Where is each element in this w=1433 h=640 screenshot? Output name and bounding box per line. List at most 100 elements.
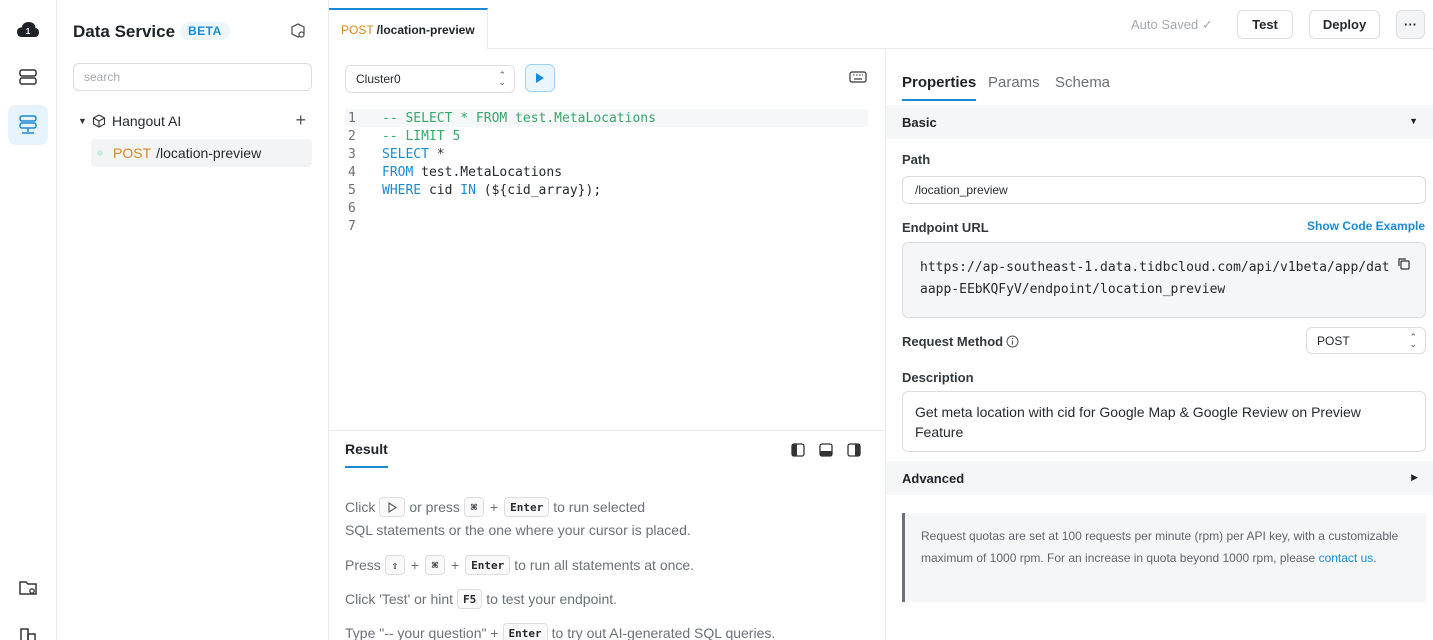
folder-settings-icon[interactable]: [8, 568, 48, 608]
layout-bottom-panel-icon[interactable]: [818, 442, 834, 458]
play-icon: [536, 73, 544, 83]
endpoint-url-box: https://ap-southeast-1.data.tidbcloud.co…: [902, 242, 1426, 318]
line-number: 1: [348, 110, 356, 126]
info-icon[interactable]: [1006, 335, 1019, 348]
layout-toggle-group: [790, 442, 862, 458]
endpoint-path: /location-preview: [156, 145, 262, 161]
hint-run-all: Press ⇧ + ⌘ + Enter to run all statement…: [345, 555, 694, 575]
request-method-value: POST: [1317, 333, 1350, 348]
select-arrows-icon: ⌃ ⌄: [1409, 332, 1417, 349]
basic-section-header[interactable]: Basic ▼: [886, 105, 1433, 139]
deploy-button[interactable]: Deploy: [1309, 10, 1380, 39]
key-shift: ⇧: [384, 555, 405, 575]
hint-text: Press: [345, 557, 381, 573]
app-cube-icon: [92, 114, 106, 128]
advanced-section-header[interactable]: Advanced ▶: [886, 461, 1433, 495]
app-settings-icon[interactable]: [289, 22, 307, 43]
run-hint-play-icon: [379, 497, 406, 517]
caret-down-icon[interactable]: ▼: [78, 116, 92, 126]
path-label: Path: [902, 152, 931, 167]
endpoint-method: POST: [113, 145, 152, 161]
code-token: test.MetaLocations: [413, 164, 563, 180]
hint-text: Type "-- your question" +: [345, 625, 499, 640]
hint-test: Click 'Test' or hint F5 to test your end…: [345, 589, 617, 609]
code-line[interactable]: 3 SELECT *: [345, 145, 868, 163]
notice-end: .: [1373, 550, 1377, 565]
key-enter: Enter: [502, 623, 548, 640]
line-number: 3: [348, 146, 356, 162]
code-token: -- LIMIT 5: [382, 128, 461, 144]
database-icon[interactable]: [8, 57, 48, 97]
key-enter: Enter: [504, 497, 550, 517]
cloud-logo-icon[interactable]: 1: [8, 10, 48, 50]
auto-saved-status: Auto Saved ✓: [1131, 17, 1213, 32]
endpoint-list-item[interactable]: POST /location-preview: [91, 139, 312, 167]
code-line[interactable]: 4 FROM test.MetaLocations: [345, 163, 868, 181]
caret-right-icon: ▶: [1411, 472, 1418, 482]
layout-left-panel-icon[interactable]: [790, 442, 806, 458]
hint-text: Click: [345, 499, 376, 515]
test-button[interactable]: Test: [1237, 10, 1293, 39]
key-f5: F5: [457, 589, 483, 609]
code-line[interactable]: 2 -- LIMIT 5: [345, 127, 868, 145]
tree-group-hangout-ai[interactable]: ▼ Hangout AI +: [73, 110, 312, 132]
hint-run-selected: Click or press ⌘ + Enter to run selected: [345, 497, 645, 517]
request-method-select[interactable]: POST ⌃ ⌄: [1306, 327, 1426, 354]
contact-us-link[interactable]: contact us: [1319, 551, 1374, 565]
path-input[interactable]: /location_preview: [902, 176, 1426, 204]
more-options-button[interactable]: ···: [1396, 10, 1425, 39]
status-dot: [97, 150, 103, 156]
cluster-select[interactable]: Cluster0 ⌃ ⌄: [345, 65, 515, 93]
search-input[interactable]: [73, 63, 312, 91]
code-line[interactable]: 6: [345, 199, 868, 217]
keyboard-icon[interactable]: [849, 71, 867, 86]
tab-result[interactable]: Result: [345, 441, 388, 468]
layout-right-panel-icon[interactable]: [846, 442, 862, 458]
request-method-label: Request Method: [902, 334, 1004, 349]
tab-properties[interactable]: Properties: [902, 74, 977, 101]
code-line[interactable]: 7: [345, 217, 868, 235]
code-line[interactable]: 1 -- SELECT * FROM test.MetaLocations: [345, 109, 868, 127]
plus-sign: +: [450, 557, 460, 573]
hint-text: to try out AI-generated SQL queries.: [551, 625, 776, 640]
select-arrows-icon: ⌃ ⌄: [498, 70, 506, 87]
tab-location-preview[interactable]: POST /location-preview: [329, 8, 488, 49]
line-number: 4: [348, 164, 356, 180]
code-line[interactable]: 5 WHERE cid IN (${cid_array});: [345, 181, 868, 199]
beta-badge: BETA: [180, 22, 230, 40]
key-cmd: ⌘: [463, 497, 484, 517]
tab-method: POST: [341, 22, 374, 37]
code-token: IN: [460, 182, 476, 198]
key-enter: Enter: [465, 555, 511, 575]
data-service-icon[interactable]: [8, 105, 48, 145]
caret-down-icon: ▼: [1409, 116, 1418, 126]
run-button[interactable]: [525, 64, 555, 92]
code-token: (${cid_array});: [475, 182, 602, 198]
copy-icon[interactable]: [1397, 257, 1411, 279]
top-bar: POST /location-preview Auto Saved ✓ Test…: [329, 0, 1433, 49]
description-textarea[interactable]: Get meta location with cid for Google Ma…: [902, 391, 1426, 452]
tab-params[interactable]: Params: [988, 74, 1040, 99]
show-code-example-link[interactable]: Show Code Example: [1307, 219, 1425, 233]
organization-icon[interactable]: [8, 615, 48, 640]
hint-text: or press: [409, 499, 460, 515]
add-endpoint-icon[interactable]: +: [295, 110, 306, 130]
hint-run-selected-line2: SQL statements or the one where your cur…: [345, 522, 691, 538]
endpoint-url-text: https://ap-southeast-1.data.tidbcloud.co…: [920, 260, 1390, 297]
sidebar: Data Service BETA ▼ Hangout AI + POST /l…: [57, 0, 329, 640]
request-method-label-row: Request Method: [902, 334, 1019, 349]
app-title: Data Service: [73, 22, 176, 41]
svg-text:1: 1: [26, 27, 31, 36]
plus-sign: +: [489, 499, 499, 515]
key-cmd: ⌘: [424, 555, 445, 575]
nav-rail: 1: [0, 0, 57, 640]
plus-sign: +: [410, 557, 419, 573]
hint-text: Click 'Test' or hint: [345, 591, 454, 607]
code-token: WHERE: [382, 182, 422, 198]
code-token: SELECT: [382, 146, 429, 162]
tab-schema[interactable]: Schema: [1055, 74, 1110, 99]
line-number: 7: [348, 218, 356, 234]
properties-pane: Properties Params Schema Basic ▼ Path /l…: [885, 49, 1433, 640]
code-editor[interactable]: 1 -- SELECT * FROM test.MetaLocations 2 -- …: [345, 109, 868, 235]
line-number: 5: [348, 182, 356, 198]
